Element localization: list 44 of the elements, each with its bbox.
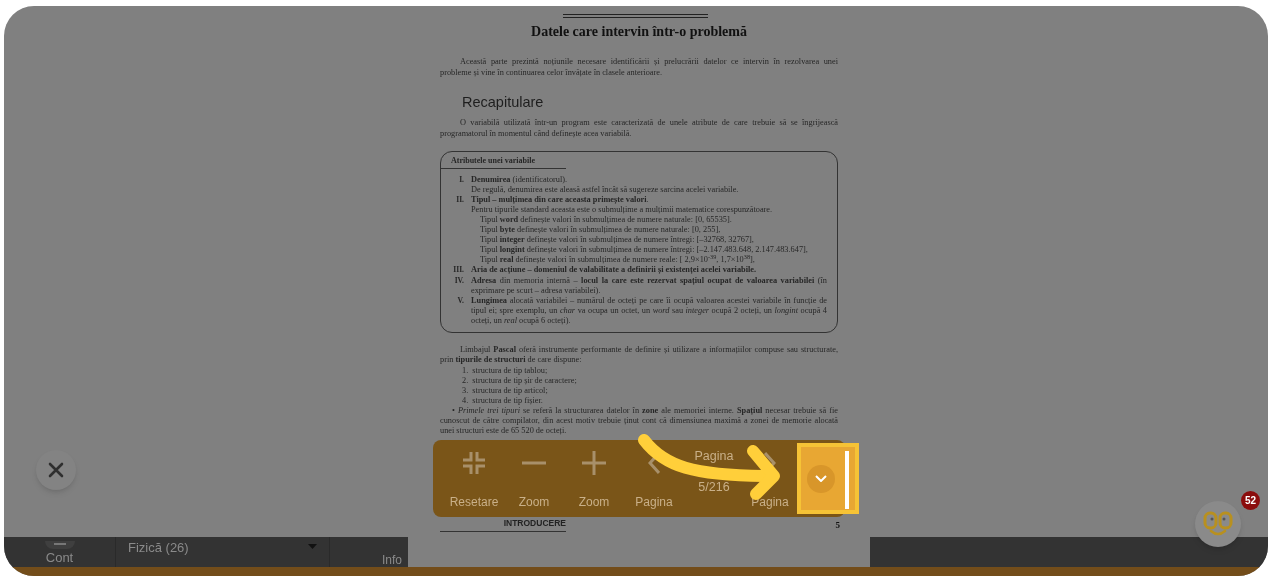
type-range-line: Tipul longint definește valori în submulțimea de numere întregi: [–2.147.483.648, 2.147.483.647], bbox=[479, 245, 809, 255]
attribute-text: Denumirea (identificatorul). bbox=[471, 175, 569, 185]
notification-badge: 52 bbox=[1241, 491, 1260, 510]
collapse-icon bbox=[462, 450, 486, 475]
reset-button[interactable]: Resetare bbox=[444, 448, 504, 509]
document-title: Datele care intervin într-o problemă bbox=[530, 23, 748, 41]
close-icon bbox=[48, 462, 64, 478]
type-range-line: Tipul byte definește valori în submulțimea de numere naturale: [0, 255], bbox=[479, 225, 722, 235]
page-indicator-value: 5/216 bbox=[698, 479, 730, 495]
attribute-detail: Pentru tipurile standard aceasta este o submulțime a mulțimii matematice corespunzătoare. bbox=[471, 205, 774, 215]
intro-paragraph: Această parte prezintă noțiunile necesare identificării și prelucrării datelor ce intervin în rezolvarea unei probleme și vine în continuarea celor învățate în clasele anterioare. bbox=[440, 57, 838, 78]
page-indicator-label: Pagina bbox=[694, 448, 734, 464]
plus-icon bbox=[582, 450, 606, 475]
attribute-text: Adresa din memoria internă – locul la care este rezervat spațiul ocupat de valoarea variabilei (în exprimare pe scurt – adresa variabilei). bbox=[471, 275, 827, 296]
section-heading: Recapitulare bbox=[462, 93, 545, 111]
attribute-text: Lungimea alocată variabilei – numărul de octeți pe care îi ocupă valoarea acestei variabile în funcție de tipul ei; spre exemplu, un char va ocupa un octet, un word sau integer ocupă 2 octeți, un longint ocupă 4 octeți, un real ocupă 6 octeți). bbox=[471, 295, 827, 326]
list-item: 2. structura de tip șir de caractere; bbox=[461, 375, 578, 386]
bullet-paragraph: • Primele trei tipuri se referă la structurarea datelor în zone ale memoriei interne. Spațiul necesar trebuie să fie cunoscut de către compilator, din acest motiv trebuie ținut cont că dimensiunea maximă a zonei de memorie alocată unei structuri este de 65 520 de octeți. bbox=[440, 405, 838, 436]
box-title: Atributele unei variabile bbox=[441, 152, 566, 169]
smiley-face-icon bbox=[1203, 511, 1233, 537]
zoom-out-button[interactable]: Zoom bbox=[504, 448, 564, 509]
attribute-detail: De regulă, denumirea este aleasă astfel încât să sugereze sarcina acelei variabile. bbox=[471, 185, 740, 195]
minus-icon bbox=[522, 460, 546, 465]
type-range-line: Tipul word definește valori în submulțimea de numere naturale: [0, 65535]. bbox=[479, 215, 733, 225]
list-item: 4. structura de tip fișier. bbox=[461, 395, 544, 406]
account-icon[interactable] bbox=[44, 541, 75, 549]
list-item: 1. structura de tip tablou; bbox=[461, 365, 549, 376]
previous-page-button[interactable]: Pagina bbox=[624, 448, 684, 509]
close-button[interactable] bbox=[36, 450, 76, 490]
zoom-in-button[interactable]: Zoom bbox=[564, 448, 624, 509]
account-label[interactable]: Cont bbox=[45, 549, 74, 567]
page-number: 5 bbox=[835, 518, 840, 532]
attribute-text: Aria de acțiune – domeniul de valabilitate a definirii și existenței acelei variabile. bbox=[471, 265, 758, 275]
type-range-line: Tipul integer definește valori în submulțimea de numere întregi: [–32768, 32767], bbox=[479, 235, 755, 245]
body-paragraph: Limbajul Pascal oferă instrumente performante de definire și utilizare a informațiilor compuse sau structurate, prin tipurile de structuri de care dispune: bbox=[440, 344, 838, 366]
scrollbar-thumb bbox=[845, 451, 849, 509]
info-label[interactable]: Info bbox=[382, 553, 402, 567]
chevron-down-icon bbox=[815, 475, 827, 482]
attribute-text: Tipul – mulțimea din care aceasta primește valori. bbox=[471, 195, 650, 205]
list-item: 3. structura de tip articol; bbox=[461, 385, 549, 396]
caret-icon bbox=[308, 544, 317, 549]
type-range-line: Tipul real definește valori în submulțimea de numere reale: [ 2,9×10$^{-39}$, 1,7×10$^{38}$], bbox=[479, 255, 755, 265]
collapse-toolbar-button[interactable] bbox=[807, 464, 835, 493]
chat-widget-button[interactable] bbox=[1195, 501, 1241, 547]
